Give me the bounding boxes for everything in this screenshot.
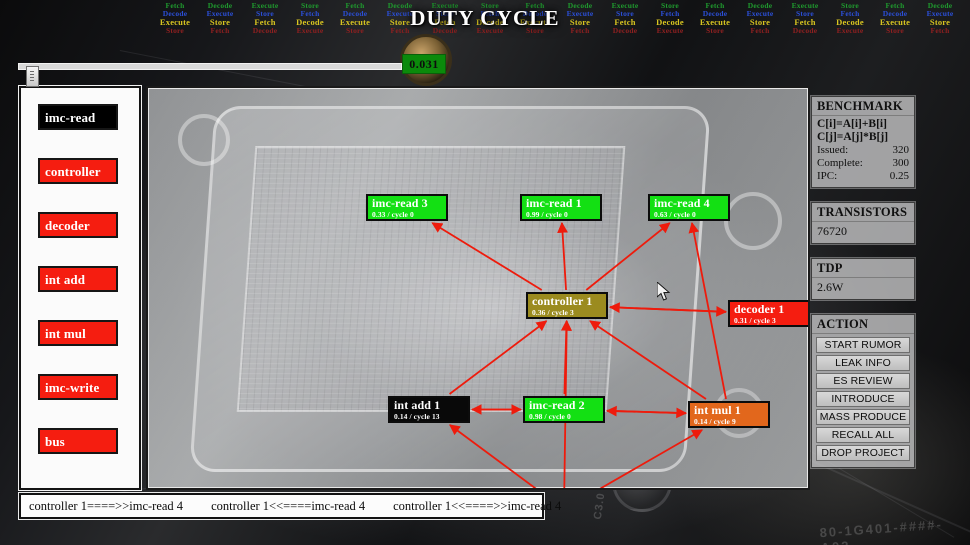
tdp-panel: TDP 2.6W [811,258,915,300]
action-button-leak-info[interactable]: LEAK INFO [816,355,910,371]
edge-controller-1-to-imc-read-4 [585,222,671,291]
node-label: int mul 1 [694,403,741,417]
stats-rail: BENCHMARK C[i]=A[i]+B[i] C[j]=A[j]*B[j] … [811,96,915,482]
event-log-message: controller 1<<====imc-read 4 [211,498,366,513]
sidebar-item-controller[interactable]: controller [38,158,118,184]
event-log-message: controller 1====>>imc-read 4 [29,498,184,513]
tdp-title: TDP [812,259,914,278]
event-log-message: controller 1<<====>>imc-read 4 [393,498,562,513]
sidebar-item-label: bus [45,434,65,449]
node-stat: 0.63 / cycle 0 [654,210,696,219]
node-label: decoder 1 [734,302,785,316]
node-label: int add 1 [394,398,441,412]
edge-int-mul-1-to-imc-read-2 [605,405,687,417]
node-imc-read-3[interactable]: imc-read 3 0.33 / cycle 0 [366,194,448,221]
sidebar-item-int-mul[interactable]: int mul [38,320,118,346]
benchmark-body: C[i]=A[i]+B[i] C[j]=A[j]*B[j] Issued: 32… [812,116,914,187]
action-button-es-review[interactable]: ES REVIEW [816,373,910,389]
benchmark-issued-key: Issued: [817,144,849,156]
duty-cycle-slider-row: 0.031 [0,54,970,87]
node-stat: 0.14 / cycle 9 [694,417,736,426]
action-button-drop-project[interactable]: DROP PROJECT [816,445,910,461]
edge-imc-write-1-to-int-add-1 [449,424,537,488]
benchmark-title: BENCHMARK [812,97,914,116]
sidebar-item-imc-write[interactable]: imc-write [38,374,118,400]
tdp-value: 2.6W [817,280,844,294]
sidebar-item-bus[interactable]: bus [38,428,118,454]
duty-cycle-slider-track[interactable] [18,63,402,87]
chip-layout-canvas[interactable]: imc-read 3 0.33 / cycle 0 imc-read 1 0.99 /… [146,86,810,490]
benchmark-panel: BENCHMARK C[i]=A[i]+B[i] C[j]=A[j]*B[j] … [811,96,915,188]
node-stat: 0.33 / cycle 0 [372,210,414,219]
sidebar-item-int-add[interactable]: int add [38,266,118,292]
sidebar-item-imc-read[interactable]: imc-read [38,104,118,130]
duty-cycle-slider-thumb[interactable] [26,66,39,87]
sidebar-item-label: imc-read [45,110,96,125]
benchmark-issued-value: 320 [892,144,910,156]
node-int-add-1[interactable]: int add 1 0.14 / cycle 13 [388,396,470,423]
backdrop-label-a: 80-1G401-####-A02 [819,516,944,545]
benchmark-row-issued: Issued: 320 [817,144,909,157]
edge-controller-1-to-imc-read-3 [431,222,543,291]
backdrop-label-b: C3.0 [591,491,608,521]
node-label: imc-read 3 [372,196,428,210]
node-stat: 0.98 / cycle 0 [529,412,571,421]
node-stat: 0.31 / cycle 3 [734,316,776,325]
action-button-start-rumor[interactable]: START RUMOR [816,337,910,353]
sidebar-item-label: controller [45,164,101,179]
action-panel: ACTION START RUMOR LEAK INFO ES REVIEW INTR… [811,314,915,468]
node-decoder-1[interactable]: decoder 1 0.31 / cycle 3 [728,300,808,327]
action-button-introduce[interactable]: INTRODUCE [816,391,910,407]
benchmark-equation-2: C[j]=A[j]*B[j] [817,131,889,143]
node-label: imc-read 1 [526,196,582,210]
node-int-mul-1[interactable]: int mul 1 0.14 / cycle 9 [688,401,770,428]
benchmark-complete-key: Complete: [817,157,863,169]
unit-palette-sidebar: imc-read controller decoder int add int mul i… [19,86,141,490]
benchmark-ipc-value: 0.25 [889,170,909,182]
benchmark-equation-1: C[i]=A[i]+B[i] [817,118,887,130]
event-log-bar: controller 1====>>imc-read 4 controller 1… [19,493,561,519]
sidebar-item-label: imc-write [45,380,100,395]
node-label: imc-read 4 [654,196,710,210]
benchmark-row-complete: Complete: 300 [817,157,909,170]
sidebar-item-label: int mul [45,326,86,341]
node-imc-read-4[interactable]: imc-read 4 0.63 / cycle 0 [648,194,730,221]
benchmark-ipc-key: IPC: [817,170,838,182]
node-imc-read-1[interactable]: imc-read 1 0.99 / cycle 0 [520,194,602,221]
sidebar-item-decoder[interactable]: decoder [38,212,118,238]
node-label: imc-read 2 [529,398,585,412]
node-stat: 0.99 / cycle 0 [526,210,568,219]
node-stat: 0.36 / cycle 3 [532,308,574,317]
node-stat: 0.14 / cycle 13 [394,412,440,421]
benchmark-complete-value: 300 [892,157,910,169]
edge-int-add-1-to-controller-1 [449,320,548,395]
dataflow-edges [431,221,728,488]
edge-controller-1-to-imc-read-1 [557,221,568,291]
action-button-recall-all[interactable]: RECALL ALL [816,427,910,443]
transistors-value: 76720 [817,224,847,238]
node-label: controller 1 [532,294,593,308]
benchmark-row-ipc: IPC: 0.25 [817,170,909,183]
duty-cycle-value: 0.031 [402,54,446,74]
action-button-list: START RUMOR LEAK INFO ES REVIEW INTRODUCE MA… [812,334,914,467]
node-controller-1[interactable]: controller 1 0.36 / cycle 3 [526,292,608,319]
action-title: ACTION [812,315,914,334]
transistors-title: TRANSISTORS [812,203,914,222]
transistors-panel: TRANSISTORS 76720 [811,202,915,244]
page-title: DUTY CYCLE [410,6,560,30]
edge-int-mul-1-to-controller-1 [589,320,707,400]
game-window: 80-1G401-####-A02 C3.0 Fetch Decode Execut… [0,0,970,545]
edge-imc-write-1-to-int-mul-1 [599,429,704,488]
sidebar-item-label: decoder [45,218,90,233]
sidebar-item-label: int add [45,272,86,287]
action-button-mass-produce[interactable]: MASS PRODUCE [816,409,910,425]
node-imc-read-2[interactable]: imc-read 2 0.98 / cycle 0 [523,396,605,423]
